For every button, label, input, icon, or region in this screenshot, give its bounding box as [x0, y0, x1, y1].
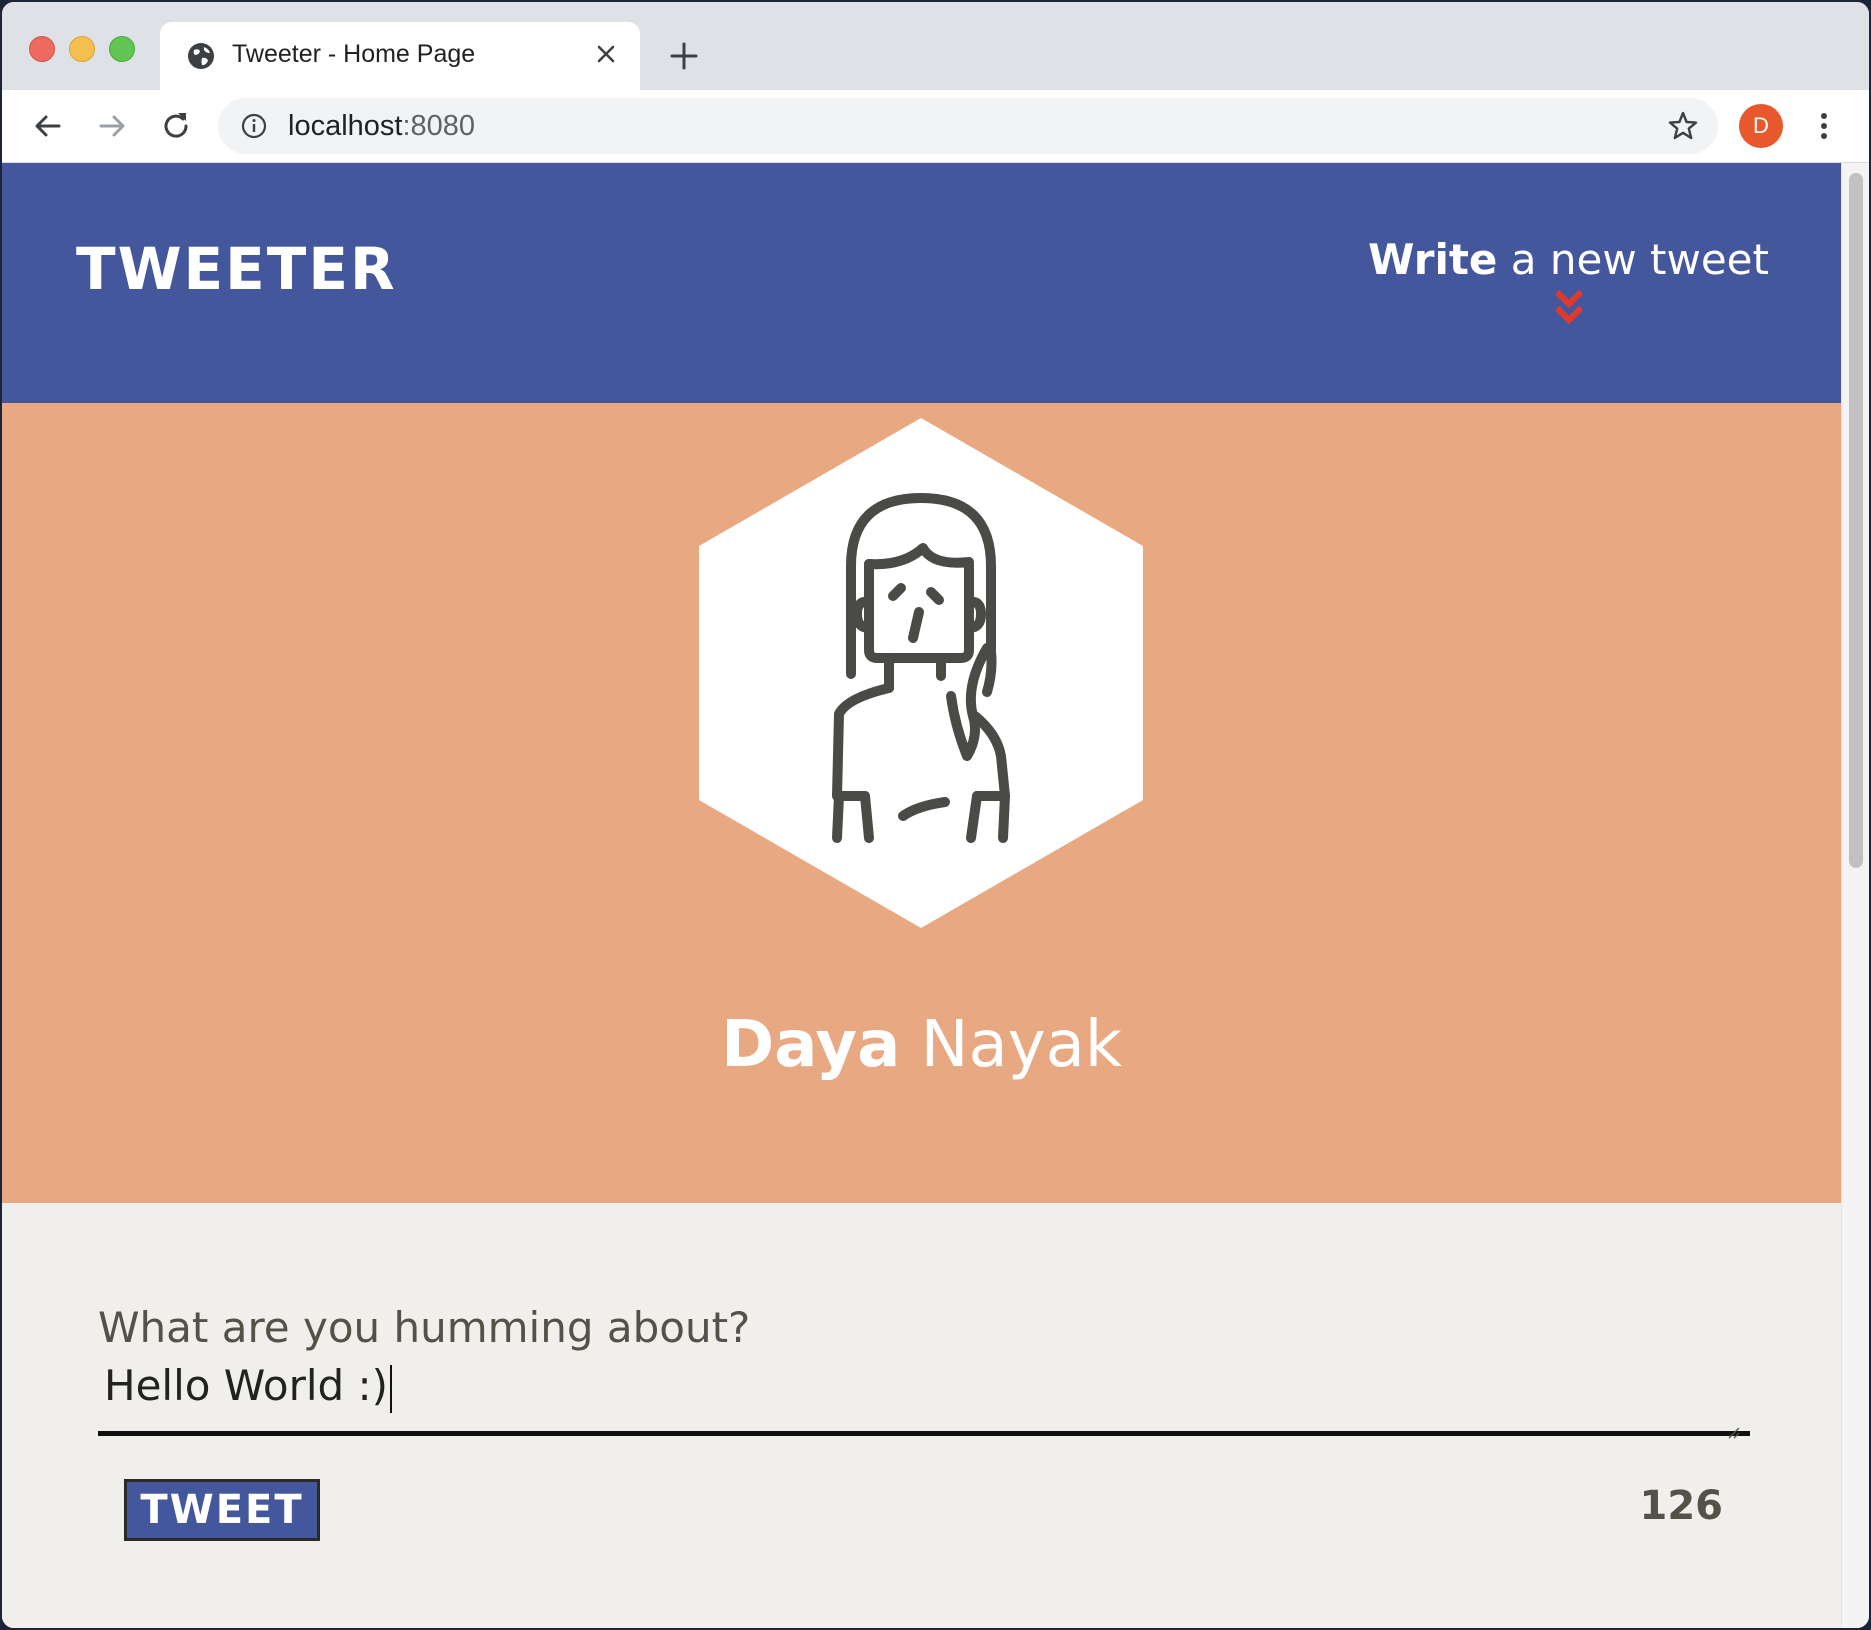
- write-tweet-label: Write a new tweet: [1368, 235, 1769, 284]
- zoom-window-button[interactable]: [109, 36, 135, 62]
- page-viewport: TWEETER Write a new tweet Daya Nayak Wha…: [2, 163, 1841, 1628]
- address-bar[interactable]: localhost:8080: [218, 98, 1718, 154]
- profile-banner: Daya Nayak: [2, 403, 1841, 1203]
- scrollbar-thumb[interactable]: [1849, 173, 1863, 868]
- write-tweet-toggle[interactable]: Write a new tweet: [1368, 235, 1769, 328]
- forward-icon[interactable]: [90, 104, 134, 148]
- tweet-submit-button[interactable]: TWEET: [124, 1479, 320, 1541]
- tab-home[interactable]: Tweeter - Home Page: [160, 22, 640, 90]
- page-scrollbar[interactable]: [1841, 163, 1869, 1628]
- user-name: Daya Nayak: [721, 1008, 1122, 1082]
- tweet-text-input[interactable]: Hello World :): [98, 1361, 1750, 1436]
- new-tweet-form: What are you humming about? Hello World …: [2, 1203, 1841, 1628]
- tab-strip: Tweeter - Home Page: [2, 2, 1869, 90]
- tweet-text-value: Hello World :): [104, 1361, 389, 1410]
- bookmark-star-icon[interactable]: [1666, 109, 1700, 143]
- character-counter: 126: [1639, 1483, 1724, 1529]
- tab-title: Tweeter - Home Page: [232, 40, 476, 68]
- double-chevron-down-icon: [1554, 289, 1583, 325]
- close-tab-icon[interactable]: [590, 38, 622, 70]
- close-window-button[interactable]: [29, 36, 55, 62]
- minimize-window-button[interactable]: [69, 36, 95, 62]
- resize-grip-icon[interactable]: [1724, 1423, 1740, 1439]
- browser-window: Tweeter - Home Page localhost:8080 D TWE…: [2, 2, 1869, 1628]
- url-text: localhost:8080: [288, 110, 476, 142]
- tweet-prompt-label: What are you humming about?: [98, 1303, 751, 1352]
- text-caret: [390, 1364, 393, 1413]
- site-info-icon[interactable]: [240, 112, 268, 140]
- woman-avatar-icon: [699, 418, 1143, 928]
- site-nav: TWEETER Write a new tweet: [2, 163, 1841, 403]
- reload-icon[interactable]: [154, 104, 198, 148]
- new-tab-icon[interactable]: [666, 38, 702, 74]
- browser-toolbar: localhost:8080 D: [2, 90, 1869, 163]
- back-icon[interactable]: [26, 104, 70, 148]
- menu-icon[interactable]: [1814, 104, 1834, 148]
- globe-icon: [188, 43, 214, 69]
- brand-logo[interactable]: TWEETER: [76, 235, 397, 303]
- profile-avatar[interactable]: D: [1739, 104, 1783, 148]
